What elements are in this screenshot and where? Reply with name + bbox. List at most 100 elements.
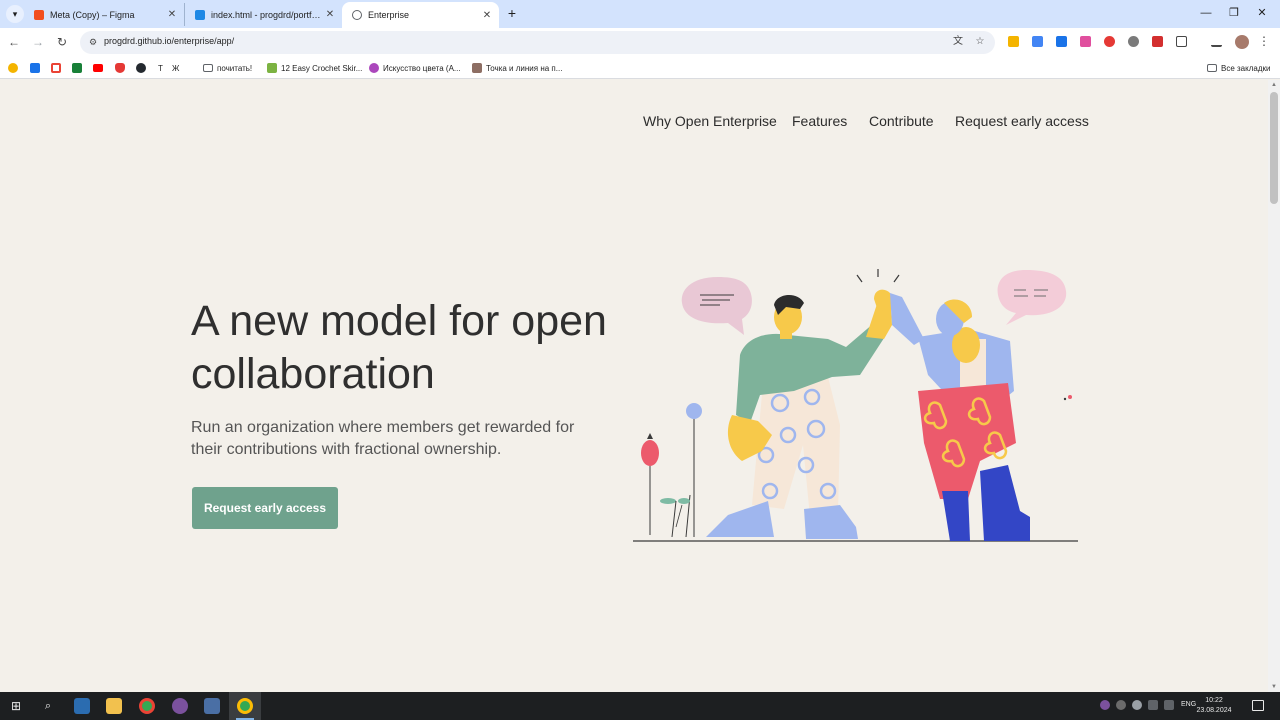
scroll-down-icon[interactable]: ▼: [1270, 684, 1278, 690]
bookmark-shield[interactable]: [115, 61, 129, 75]
translate-icon[interactable]: 文: [952, 36, 964, 48]
restore-button[interactable]: ❐: [1224, 5, 1244, 21]
address-bar[interactable]: ⚙ progdrd.github.io/enterprise/app/ 文 ☆: [80, 31, 995, 54]
language-indicator[interactable]: ENG: [1181, 701, 1196, 708]
nav-request-early-access[interactable]: Request early access: [955, 113, 1089, 129]
bookmark-sun[interactable]: [8, 61, 22, 75]
high-five-illustration: [633, 269, 1078, 542]
scrollbar-thumb[interactable]: [1270, 92, 1278, 204]
profile-avatar[interactable]: [1235, 35, 1249, 49]
nav-features[interactable]: Features: [792, 113, 847, 129]
tab-strip: ▾ Meta (Copy) – Figma ✕ index.html - pro…: [0, 0, 1280, 28]
scroll-up-icon[interactable]: ▲: [1270, 82, 1278, 88]
new-tab-button[interactable]: +: [504, 5, 520, 21]
extension-icon[interactable]: [1128, 36, 1139, 47]
folder-icon: [203, 64, 213, 72]
network-icon[interactable]: [1148, 700, 1158, 710]
close-window-button[interactable]: ✕: [1252, 5, 1272, 21]
forward-button[interactable]: →: [30, 34, 46, 50]
save-app-icon[interactable]: [74, 698, 90, 714]
nav-contribute[interactable]: Contribute: [869, 113, 934, 129]
tray-icon[interactable]: [1132, 700, 1142, 710]
download-icon[interactable]: [1211, 36, 1222, 47]
bookmark-youtube[interactable]: [93, 61, 107, 75]
extension-icon[interactable]: [1104, 36, 1115, 47]
windows-taskbar: ⊞ ⌕ ENG 10:22 23.08.2024: [0, 692, 1280, 720]
tab-title: index.html - progdrd/portfolio: [211, 9, 322, 20]
bookmark-crochet[interactable]: 12 Easy Crochet Skir...: [267, 61, 362, 75]
chrome-icon[interactable]: [139, 698, 155, 714]
volume-icon[interactable]: [1164, 700, 1174, 710]
bookmark-label: Все закладки: [1221, 63, 1271, 73]
windows-start-icon[interactable]: ⊞: [8, 698, 24, 714]
tab-figma[interactable]: Meta (Copy) – Figma ✕: [24, 3, 184, 26]
minimize-button[interactable]: —: [1196, 5, 1216, 21]
close-icon[interactable]: ✕: [164, 9, 180, 20]
web-page: Why Open Enterprise Features Contribute …: [0, 80, 1268, 692]
chrome-active-icon[interactable]: [237, 698, 253, 714]
tab-title: Meta (Copy) – Figma: [50, 9, 135, 20]
extension-icon[interactable]: [1032, 36, 1043, 47]
request-early-access-button[interactable]: Request early access: [192, 487, 338, 529]
extensions-puzzle-icon[interactable]: [1176, 36, 1187, 47]
menu-kebab-icon[interactable]: ⋮: [1258, 34, 1270, 48]
bow-icon: [267, 63, 277, 73]
bookmark-label: Искусство цвета (A...: [383, 63, 461, 73]
bolt-icon: [30, 63, 40, 73]
hero-subtitle: Run an organization where members get re…: [191, 419, 575, 458]
bookmark-classroom[interactable]: [72, 61, 86, 75]
clock-time: 10:22: [1205, 697, 1223, 704]
tab-vscode[interactable]: index.html - progdrd/portfolio ✕: [184, 3, 342, 26]
tab-title: Enterprise: [368, 10, 410, 20]
page-scrollbar[interactable]: ▲ ▼: [1268, 80, 1280, 692]
bookmark-label: Ж: [172, 63, 180, 73]
bookmark-t[interactable]: Т: [158, 61, 163, 75]
extension-icon[interactable]: [1080, 36, 1091, 47]
bookmark-label: Т: [158, 63, 163, 73]
extension-icon[interactable]: [1152, 36, 1163, 47]
tray-icon[interactable]: [1116, 700, 1126, 710]
tab-search-button[interactable]: ▾: [6, 5, 24, 23]
notifications-icon[interactable]: [1252, 700, 1264, 711]
browser-toolbar: ← → ↻ ⚙ progdrd.github.io/enterprise/app…: [0, 28, 1280, 57]
book-icon: [472, 63, 482, 73]
bookmark-gmail[interactable]: [51, 61, 65, 75]
bookmarks-bar: Т Ж почитать! 12 Easy Crochet Skir... Ис…: [0, 57, 1280, 79]
color-wheel-icon: [369, 63, 379, 73]
bookmark-label: почитать!: [217, 63, 253, 73]
app-icon[interactable]: [204, 698, 220, 714]
file-explorer-icon[interactable]: [106, 698, 122, 714]
hero-title: A new model for open collaboration: [191, 297, 607, 398]
bookmark-point-line[interactable]: Точка и линия на п...: [472, 61, 562, 75]
bookmark-zh[interactable]: Ж: [172, 61, 179, 75]
bookmark-star-icon[interactable]: ☆: [974, 36, 986, 48]
search-icon[interactable]: ⌕: [40, 698, 56, 714]
bookmark-bolt[interactable]: [30, 61, 44, 75]
all-bookmarks-button[interactable]: Все закладки: [1207, 61, 1270, 75]
tab-enterprise-active[interactable]: Enterprise ✕: [342, 2, 499, 28]
classroom-icon: [72, 63, 82, 73]
reload-button[interactable]: ↻: [54, 34, 70, 50]
folder-icon: [1207, 64, 1217, 72]
figma-icon: [34, 9, 44, 20]
extension-icon[interactable]: [1056, 36, 1067, 47]
shield-icon: [115, 63, 125, 73]
back-button[interactable]: ←: [6, 34, 22, 50]
bookmark-folder-read[interactable]: почитать!: [203, 61, 252, 75]
site-settings-icon[interactable]: ⚙: [87, 36, 99, 48]
extension-icon[interactable]: [1008, 36, 1019, 47]
gmail-icon: [51, 63, 61, 73]
bookmark-label: Точка и линия на п...: [486, 63, 563, 73]
viber-tray-icon[interactable]: [1100, 700, 1110, 710]
sun-icon: [8, 63, 18, 73]
bookmark-github[interactable]: [136, 61, 150, 75]
bookmark-color-art[interactable]: Искусство цвета (A...: [369, 61, 461, 75]
url-text[interactable]: progdrd.github.io/enterprise/app/: [104, 36, 234, 46]
bookmark-label: 12 Easy Crochet Skir...: [281, 63, 363, 73]
system-clock[interactable]: 10:22 23.08.2024: [1196, 696, 1232, 716]
vscode-icon: [195, 9, 205, 20]
viber-icon[interactable]: [172, 698, 188, 714]
nav-why-open-enterprise[interactable]: Why Open Enterprise: [643, 113, 777, 129]
close-icon[interactable]: ✕: [479, 10, 495, 21]
close-icon[interactable]: ✕: [322, 9, 338, 20]
